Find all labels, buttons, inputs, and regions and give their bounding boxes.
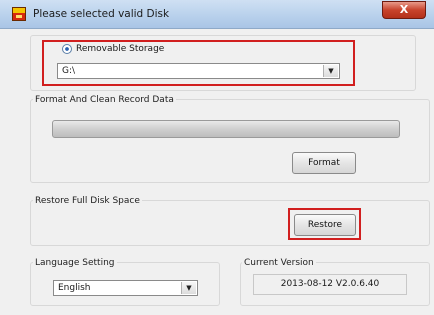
window-title: Please selected valid Disk <box>33 8 170 20</box>
chevron-down-icon[interactable]: ▼ <box>181 282 196 294</box>
format-group-label: Format And Clean Record Data <box>33 95 176 105</box>
restore-group-label: Restore Full Disk Space <box>33 196 142 206</box>
format-group <box>30 99 430 183</box>
restore-highlight <box>288 208 361 240</box>
language-select-value: English <box>58 283 91 293</box>
close-button[interactable]: X <box>382 1 426 19</box>
version-group-label: Current Version <box>242 258 316 268</box>
version-value: 2013-08-12 V2.0.6.40 <box>253 274 407 295</box>
language-select[interactable]: English ▼ <box>53 280 198 296</box>
app-icon <box>12 7 26 21</box>
format-progress-bar <box>52 120 400 138</box>
restore-group <box>30 200 430 246</box>
format-button[interactable]: Format <box>292 152 356 174</box>
language-group-label: Language Setting <box>33 258 117 268</box>
title-bar: Please selected valid Disk X <box>0 0 434 29</box>
disk-highlight <box>42 40 355 86</box>
